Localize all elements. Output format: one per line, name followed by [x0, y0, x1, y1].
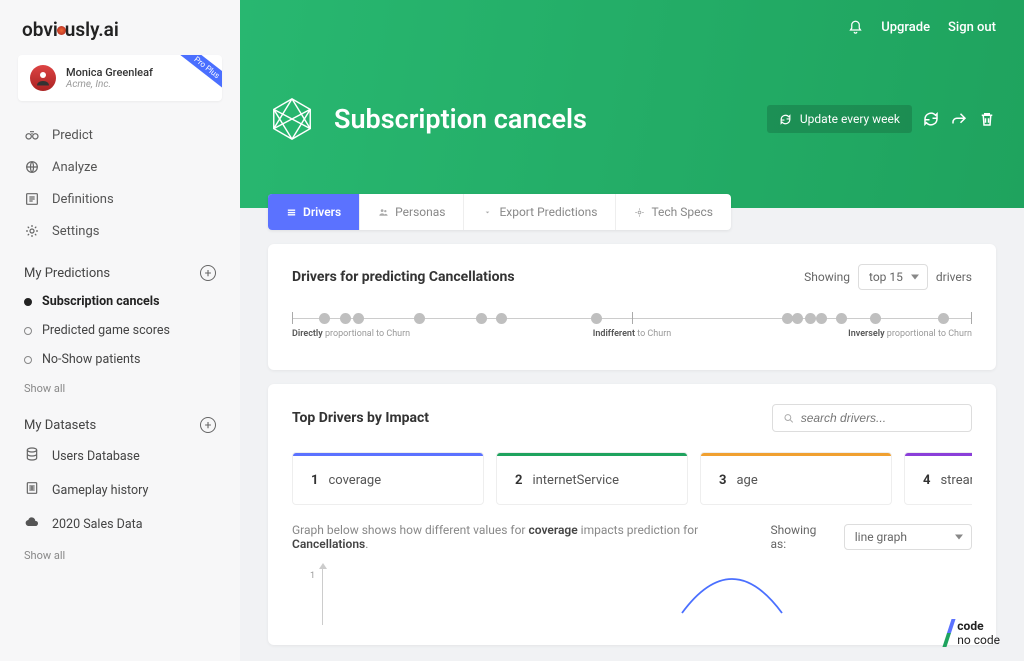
driver-dot[interactable] — [782, 313, 793, 324]
tabs: Drivers Personas Export Predictions Tech… — [268, 194, 731, 230]
bell-icon[interactable] — [848, 20, 863, 35]
driver-scale: Directly proportional to Churn Indiffere… — [292, 310, 972, 350]
sidebar-item-noshow[interactable]: No-Show patients — [0, 345, 240, 374]
driver-dot[interactable] — [414, 313, 425, 324]
driver-card[interactable]: 4stream — [904, 452, 972, 505]
nav-label: Settings — [52, 224, 99, 239]
tab-techspecs[interactable]: Tech Specs — [616, 194, 731, 230]
ds-label: Users Database — [52, 449, 140, 464]
search-icon — [783, 412, 795, 425]
user-name: Monica Greenleaf — [66, 66, 153, 79]
driver-dot[interactable] — [870, 313, 881, 324]
brand-logo: obviusly.ai — [0, 18, 240, 55]
graph-area: 1 — [292, 565, 972, 625]
nav-label: Analyze — [52, 160, 97, 175]
dataset-gameplay[interactable]: Gameplay history — [0, 473, 240, 507]
ds-label: Gameplay history — [52, 483, 148, 498]
trash-icon[interactable] — [978, 110, 996, 128]
refresh-icon — [779, 113, 792, 126]
driver-dot[interactable] — [353, 313, 364, 324]
signout-link[interactable]: Sign out — [948, 20, 996, 35]
page-title: Subscription cancels — [334, 103, 587, 135]
graph-description: Graph below shows how different values f… — [292, 523, 770, 551]
update-button[interactable]: Update every week — [767, 105, 912, 133]
card-title: Top Drivers by Impact — [292, 410, 429, 426]
add-dataset-button[interactable]: + — [200, 417, 216, 433]
ds-label: 2020 Sales Data — [52, 517, 143, 532]
user-org: Acme, Inc. — [66, 79, 153, 90]
dataset-users[interactable]: Users Database — [0, 439, 240, 473]
spreadsheet-icon — [24, 480, 40, 500]
avatar — [30, 65, 56, 91]
top-drivers-card: Top Drivers by Impact 1coverage2internet… — [268, 384, 996, 645]
driver-card[interactable]: 2internetService — [496, 452, 688, 505]
driver-dot[interactable] — [476, 313, 487, 324]
driver-dot[interactable] — [938, 313, 949, 324]
nav-analyze[interactable]: Analyze — [0, 151, 240, 183]
tab-personas[interactable]: Personas — [360, 194, 464, 230]
bullet-icon — [24, 327, 32, 335]
pred-label: No-Show patients — [42, 352, 140, 367]
bullet-icon — [24, 356, 32, 364]
share-icon[interactable] — [950, 110, 968, 128]
driver-card[interactable]: 3age — [700, 452, 892, 505]
gear-icon — [24, 223, 40, 239]
list-icon — [24, 191, 40, 207]
driver-dot[interactable] — [340, 313, 351, 324]
show-all-predictions[interactable]: Show all — [0, 374, 240, 403]
pred-label: Subscription cancels — [42, 294, 160, 309]
upgrade-link[interactable]: Upgrade — [881, 20, 930, 35]
refresh-icon[interactable] — [922, 110, 940, 128]
add-prediction-button[interactable]: + — [200, 265, 216, 281]
driver-dot[interactable] — [319, 313, 330, 324]
nav-predict[interactable]: Predict — [0, 119, 240, 151]
showing-control: Showing top 15 drivers — [804, 264, 972, 290]
pred-label: Predicted game scores — [42, 323, 170, 338]
search-input[interactable] — [801, 411, 961, 425]
graph-type-select[interactable]: line graph — [844, 524, 972, 550]
driver-dot[interactable] — [816, 313, 827, 324]
predictions-header: My Predictions + — [0, 251, 240, 287]
sidebar-item-subscription-cancels[interactable]: Subscription cancels — [0, 287, 240, 316]
driver-dot[interactable] — [792, 313, 803, 324]
footer-logo: code no code — [947, 619, 1000, 647]
page-header: Upgrade Sign out Subscription cancels Up… — [240, 0, 1024, 208]
dataset-sales[interactable]: 2020 Sales Data — [0, 507, 240, 541]
user-card[interactable]: Monica Greenleaf Acme, Inc. Pro Plus — [18, 55, 222, 101]
nav-label: Definitions — [52, 192, 114, 207]
tab-export[interactable]: Export Predictions — [464, 194, 616, 230]
nav-label: Predict — [52, 128, 93, 143]
download-icon — [482, 207, 493, 218]
sliders-icon — [286, 207, 297, 218]
gear-icon — [634, 207, 645, 218]
top-drivers-row: 1coverage2internetService3age4stream — [292, 452, 972, 505]
cloud-icon — [24, 514, 40, 534]
tab-drivers[interactable]: Drivers — [268, 194, 360, 230]
driver-dot[interactable] — [805, 313, 816, 324]
drivers-card: Drivers for predicting Cancellations Sho… — [268, 244, 996, 370]
datasets-header: My Datasets + — [0, 403, 240, 439]
nav-settings[interactable]: Settings — [0, 215, 240, 247]
driver-dot[interactable] — [836, 313, 847, 324]
driver-dot[interactable] — [591, 313, 602, 324]
search-drivers[interactable] — [772, 404, 972, 432]
hexagon-icon — [268, 95, 316, 143]
driver-dot[interactable] — [496, 313, 507, 324]
nav-definitions[interactable]: Definitions — [0, 183, 240, 215]
card-title: Drivers for predicting Cancellations — [292, 269, 515, 285]
driver-card[interactable]: 1coverage — [292, 452, 484, 505]
sidebar: obviusly.ai Monica Greenleaf Acme, Inc. … — [0, 0, 240, 661]
globe-icon — [24, 159, 40, 175]
database-icon — [24, 446, 40, 466]
bullet-icon — [24, 298, 32, 306]
line-graph-curve — [672, 565, 792, 615]
main-content: Upgrade Sign out Subscription cancels Up… — [240, 0, 1024, 661]
people-icon — [378, 207, 389, 218]
graph-type-control: Showing as: line graph — [770, 523, 972, 551]
sidebar-item-game-scores[interactable]: Predicted game scores — [0, 316, 240, 345]
show-all-datasets[interactable]: Show all — [0, 541, 240, 570]
plan-badge: Pro Plus — [169, 55, 222, 99]
binoculars-icon — [24, 127, 40, 143]
top-n-select[interactable]: top 15 — [858, 264, 928, 290]
